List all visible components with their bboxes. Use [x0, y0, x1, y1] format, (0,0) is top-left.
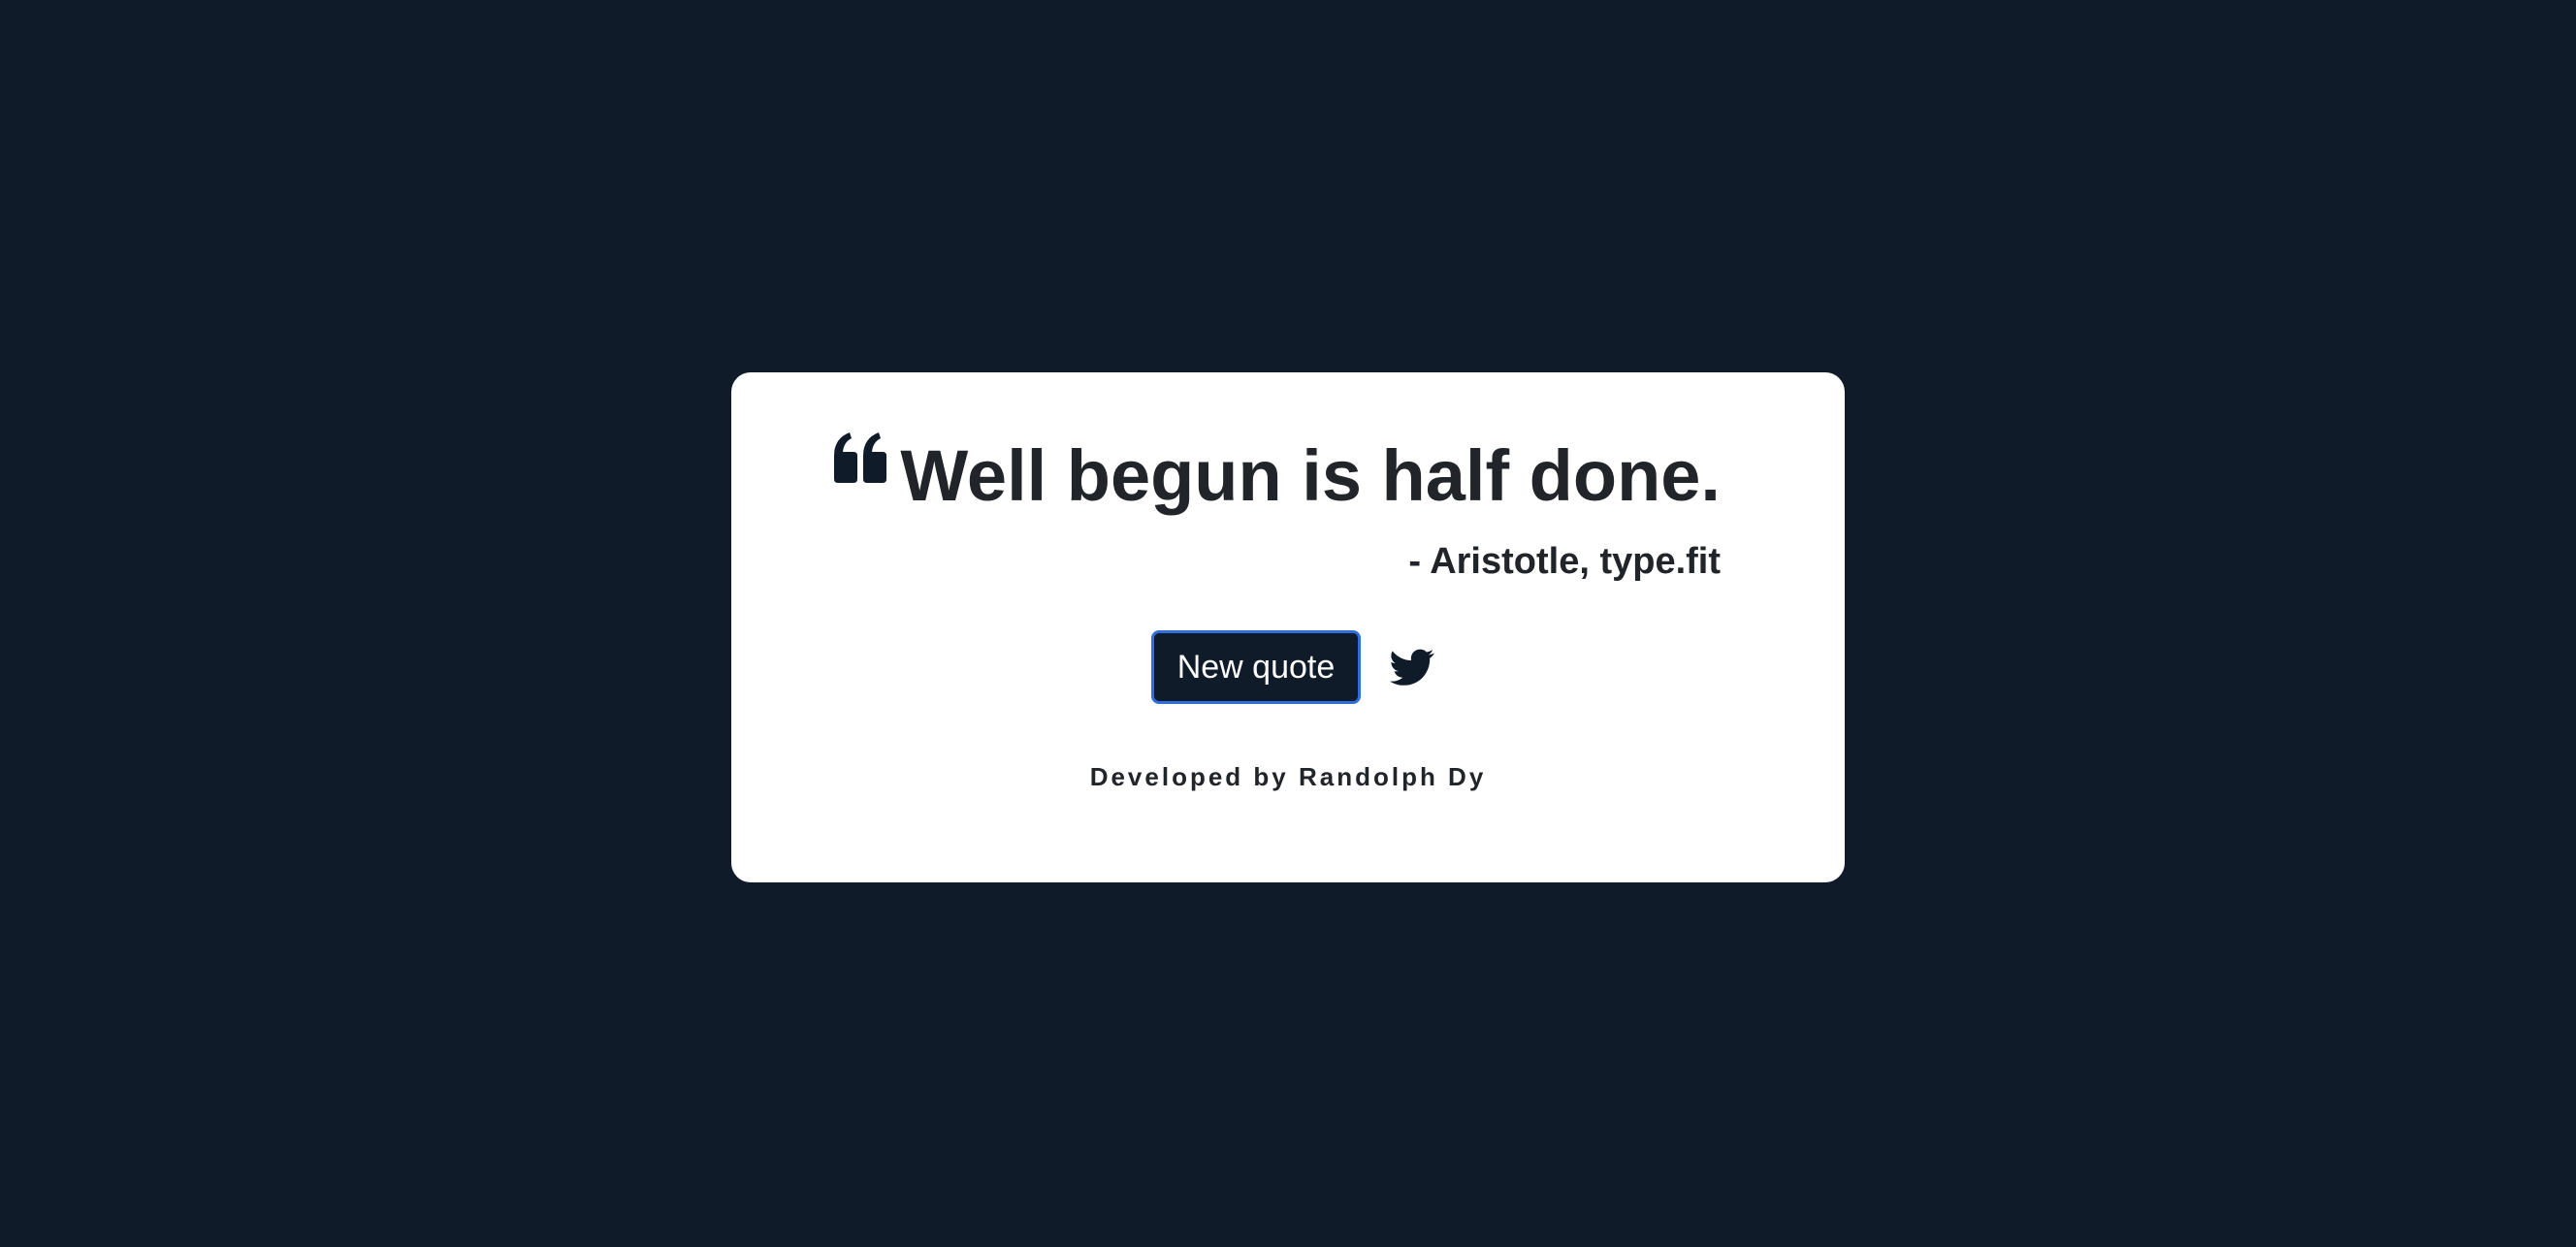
new-quote-button[interactable]: New quote: [1150, 630, 1362, 704]
quote-text: Well begun is half done.: [900, 435, 1721, 516]
quote-left-icon: [832, 431, 888, 485]
quote-row: Well begun is half done.: [832, 431, 1721, 512]
twitter-icon[interactable]: [1390, 645, 1435, 689]
quote-card: Well begun is half done. - Aristotle, ty…: [731, 372, 1845, 882]
quote-author: - Aristotle, type.fit: [1408, 541, 1721, 582]
developer-credit: Developed by Randolph Dy: [1089, 762, 1487, 791]
actions-row: New quote: [731, 630, 1845, 704]
